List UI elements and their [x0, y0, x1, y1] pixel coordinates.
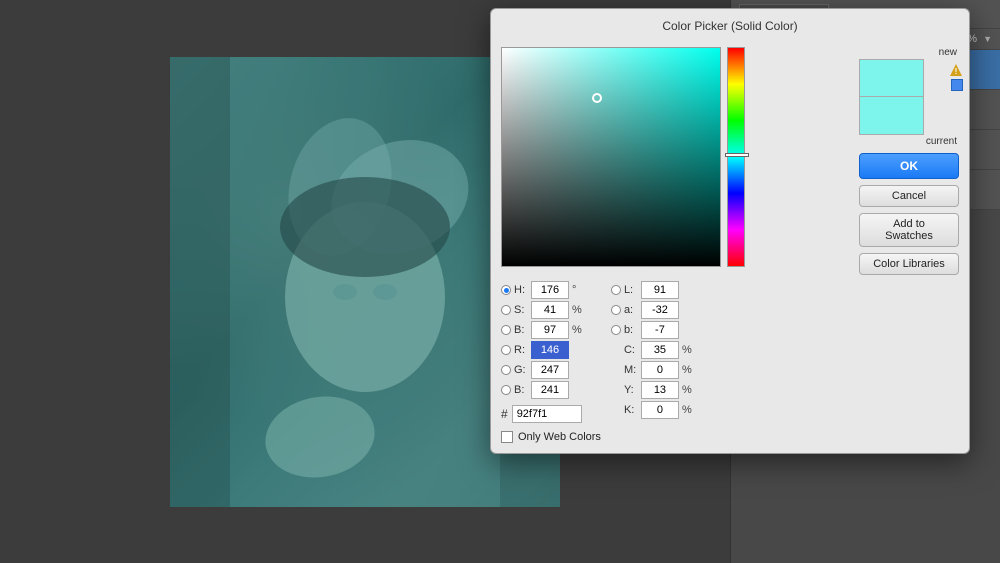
h-input[interactable] [531, 281, 569, 299]
web-color-cube [951, 79, 963, 91]
l-row: L: [611, 281, 694, 299]
picker-and-hue [501, 47, 745, 267]
rgb-b-radio[interactable] [501, 385, 511, 395]
right-values: L: a: b: C: % [611, 281, 694, 443]
add-swatches-button[interactable]: Add to Swatches [859, 213, 959, 247]
hex-row: # [501, 405, 601, 423]
rgb-b-row: B: [501, 381, 601, 399]
new-label: new [859, 47, 959, 58]
bottom-values-area: H: ° S: % B: % R: [501, 281, 959, 443]
c-row: C: % [611, 341, 694, 359]
lab-b-input[interactable] [641, 321, 679, 339]
lab-b-row: b: [611, 321, 694, 339]
y-row: Y: % [611, 381, 694, 399]
hue-slider[interactable] [727, 47, 745, 267]
color-picker-dialog: Color Picker (Solid Color) new [490, 8, 970, 454]
svg-text:!: ! [955, 67, 958, 76]
s-row: S: % [501, 301, 601, 319]
k-row: K: % [611, 401, 694, 419]
web-colors-checkbox[interactable] [501, 431, 513, 443]
l-input[interactable] [641, 281, 679, 299]
m-row: M: % [611, 361, 694, 379]
canvas-area: Color Picker (Solid Color) new [0, 0, 730, 563]
b-input[interactable] [531, 321, 569, 339]
dialog-buttons: OK Cancel Add to Swatches Color Librarie… [859, 153, 959, 275]
lab-a-row: a: [611, 301, 694, 319]
s-input[interactable] [531, 301, 569, 319]
fill-arrow[interactable]: ▼ [983, 34, 992, 44]
k-input[interactable] [641, 401, 679, 419]
r-row: R: [501, 341, 601, 359]
r-radio[interactable] [501, 345, 511, 355]
gamut-warning: ! [949, 63, 963, 80]
swatch-area: new current ! [859, 47, 959, 147]
dialog-title: Color Picker (Solid Color) [501, 19, 959, 39]
h-row: H: ° [501, 281, 601, 299]
swatch-current[interactable] [859, 97, 924, 135]
rgb-b-input[interactable] [531, 381, 569, 399]
m-input[interactable] [641, 361, 679, 379]
cancel-button[interactable]: Cancel [859, 185, 959, 207]
y-input[interactable] [641, 381, 679, 399]
r-input[interactable] [531, 341, 569, 359]
l-radio[interactable] [611, 285, 621, 295]
lab-a-input[interactable] [641, 301, 679, 319]
ok-button[interactable]: OK [859, 153, 959, 179]
h-radio[interactable] [501, 285, 511, 295]
b-radio[interactable] [501, 325, 511, 335]
lab-a-radio[interactable] [611, 305, 621, 315]
lab-b-radio[interactable] [611, 325, 621, 335]
s-radio[interactable] [501, 305, 511, 315]
web-colors-label: Only Web Colors [518, 431, 601, 443]
left-values: H: ° S: % B: % R: [501, 281, 601, 443]
g-row: G: [501, 361, 601, 379]
color-libraries-button[interactable]: Color Libraries [859, 253, 959, 275]
g-input[interactable] [531, 361, 569, 379]
hex-input[interactable] [512, 405, 582, 423]
g-radio[interactable] [501, 365, 511, 375]
b-row: B: % [501, 321, 601, 339]
preview-and-buttons: new current ! [859, 47, 959, 275]
swatch-stack [859, 59, 924, 135]
color-gradient-picker[interactable] [501, 47, 721, 267]
c-input[interactable] [641, 341, 679, 359]
current-label: current [859, 136, 959, 147]
hue-thumb [725, 153, 749, 157]
swatch-new[interactable] [859, 59, 924, 97]
web-colors-row: Only Web Colors [501, 431, 601, 443]
